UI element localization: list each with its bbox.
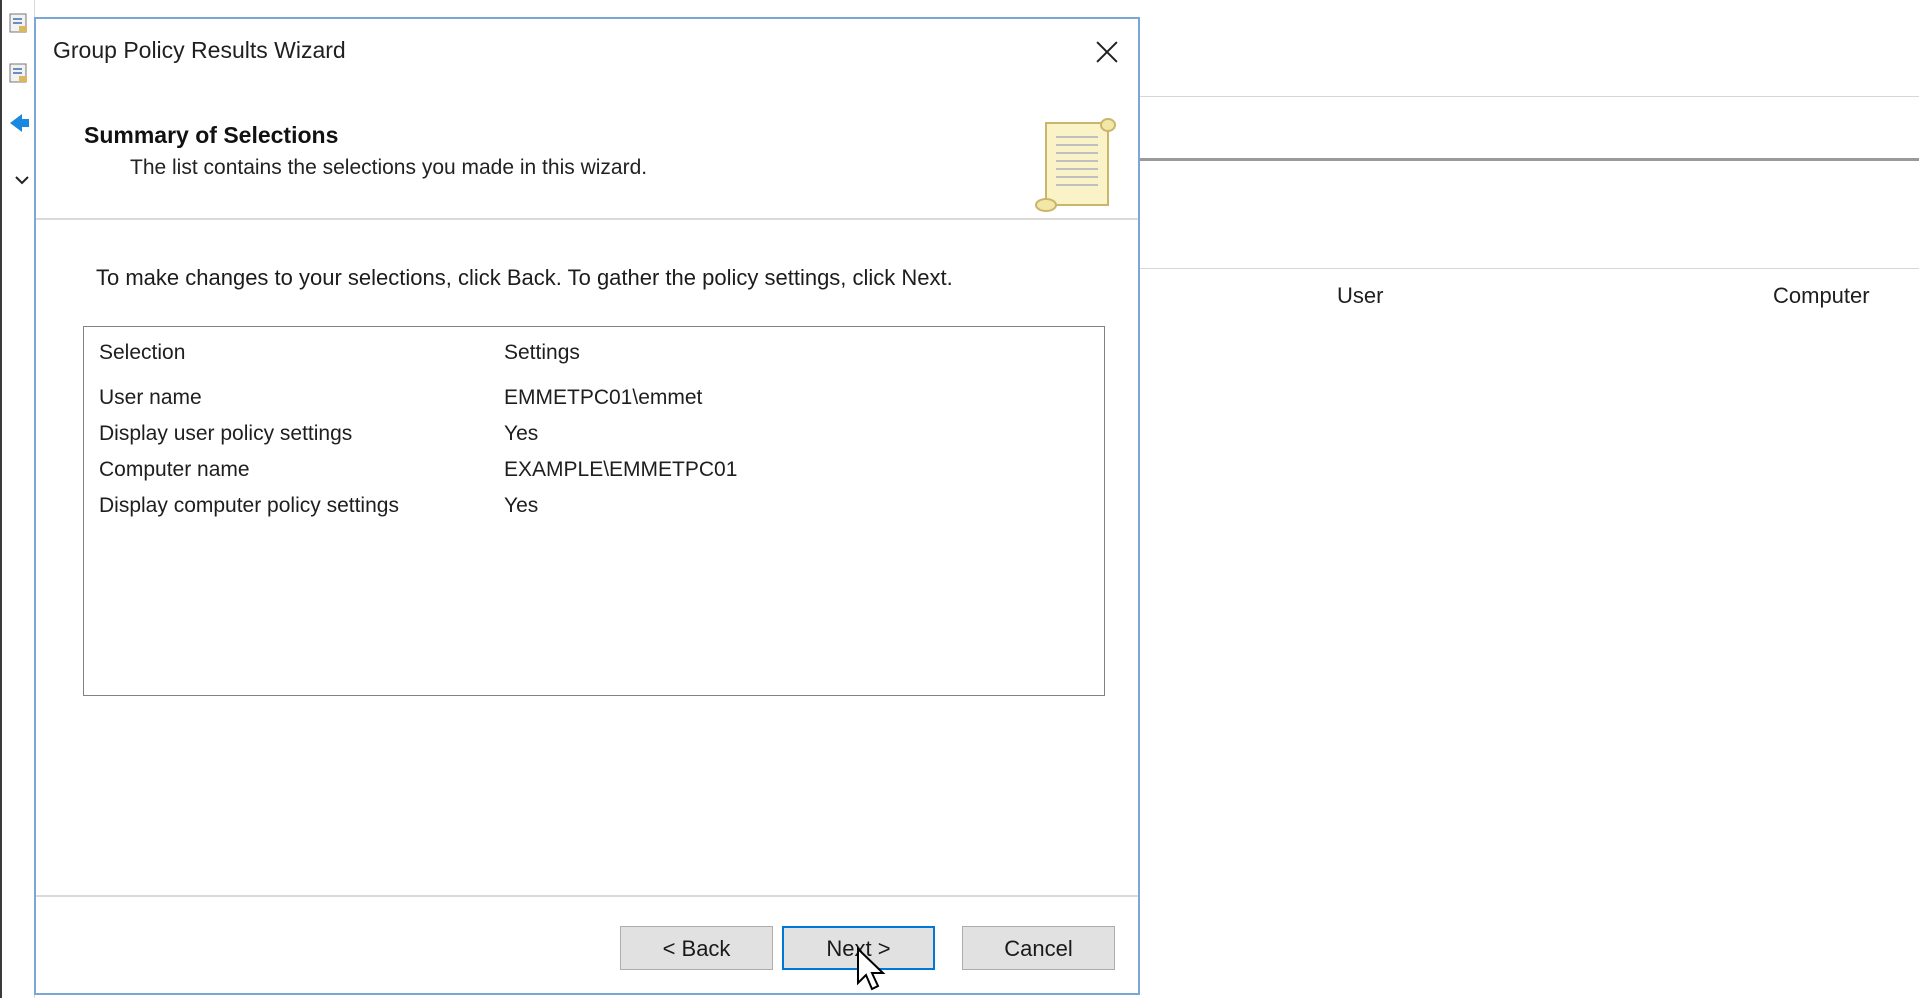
back-button[interactable]: < Back — [620, 926, 773, 970]
selection-cell: Computer name — [99, 458, 250, 481]
list-item[interactable]: Computer name EXAMPLE\EMMETPC01 — [84, 454, 1104, 488]
close-icon[interactable] — [1084, 29, 1130, 75]
selection-cell: Display computer policy settings — [99, 494, 399, 517]
background-separator — [1140, 158, 1919, 161]
policy-icon — [9, 63, 27, 83]
page-title: Summary of Selections — [84, 122, 339, 148]
background-divider — [0, 0, 2, 998]
list-header-settings: Settings — [504, 341, 580, 364]
selections-list[interactable]: Selection Settings User name EMMETPC01\e… — [83, 326, 1105, 696]
mouse-cursor-icon — [857, 947, 886, 991]
column-header-user[interactable]: User — [1337, 283, 1383, 309]
settings-cell: Yes — [504, 422, 539, 445]
wizard-header: Summary of Selections The list contains … — [36, 85, 1138, 220]
footer-divider — [36, 895, 1138, 897]
list-header-row: Selection Settings — [84, 337, 1104, 371]
dialog-title: Group Policy Results Wizard — [53, 37, 346, 63]
policy-icon — [9, 13, 27, 33]
dialog-titlebar[interactable]: Group Policy Results Wizard — [36, 19, 1138, 85]
list-item[interactable]: Display user policy settings Yes — [84, 418, 1104, 452]
column-header-computer[interactable]: Computer — [1773, 283, 1870, 309]
settings-cell: EXAMPLE\EMMETPC01 — [504, 458, 738, 481]
selection-cell: Display user policy settings — [99, 422, 353, 445]
settings-cell: Yes — [504, 494, 539, 517]
page-subtitle: The list contains the selections you mad… — [130, 156, 648, 179]
selection-cell: User name — [99, 386, 202, 409]
list-item[interactable]: User name EMMETPC01\emmet — [84, 382, 1104, 416]
back-arrow-icon[interactable] — [8, 112, 30, 134]
cancel-button[interactable]: Cancel — [962, 926, 1115, 970]
list-item[interactable]: Display computer policy settings Yes — [84, 490, 1104, 524]
scroll-icon — [1035, 118, 1116, 212]
background-separator — [1140, 96, 1919, 97]
group-policy-results-wizard-dialog: Group Policy Results Wizard Summary of S… — [34, 17, 1140, 995]
settings-cell: EMMETPC01\emmet — [504, 386, 703, 409]
background-separator — [1140, 268, 1919, 269]
background-left-pane — [0, 0, 35, 998]
chevron-down-icon[interactable] — [14, 172, 30, 188]
list-header-selection: Selection — [99, 341, 186, 364]
instruction-text: To make changes to your selections, clic… — [96, 265, 953, 290]
